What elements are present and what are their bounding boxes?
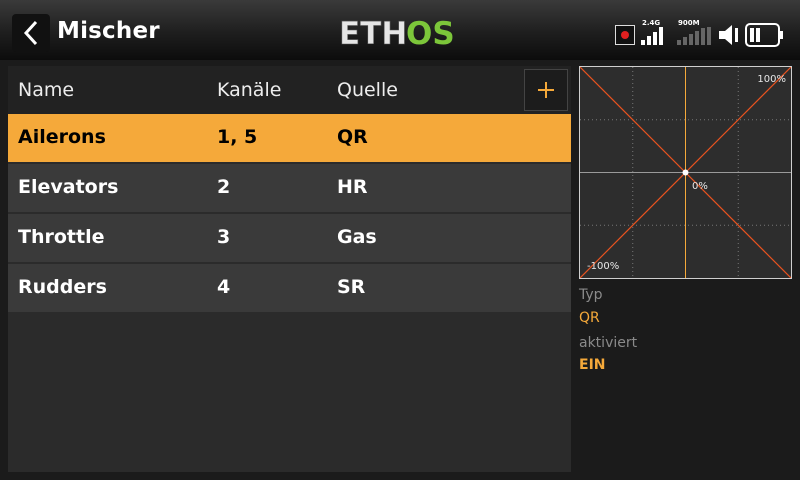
- record-icon[interactable]: [615, 25, 635, 45]
- curve-mid-label: 0%: [692, 181, 708, 192]
- table-header: Name Kanäle Quelle: [8, 66, 571, 114]
- table-row[interactable]: Rudders 4 SR: [8, 264, 571, 312]
- type-label: Typ: [579, 287, 603, 303]
- row-name: Throttle: [18, 226, 105, 248]
- table-row[interactable]: Ailerons 1, 5 QR: [8, 114, 571, 162]
- column-header-name: Name: [18, 79, 75, 101]
- table-row[interactable]: Elevators 2 HR: [8, 164, 571, 212]
- row-source: SR: [337, 276, 366, 298]
- page-title: Mischer: [57, 18, 160, 44]
- row-name: Rudders: [18, 276, 107, 298]
- row-channels: 4: [217, 276, 231, 298]
- signal-24g-label: 2.4G: [642, 19, 661, 27]
- add-mixer-button[interactable]: [524, 69, 568, 111]
- curve-max-label: 100%: [757, 74, 786, 85]
- signal-24g-icon: [641, 27, 665, 45]
- active-label: aktiviert: [579, 335, 638, 351]
- status-area: 2.4G 900M: [600, 0, 800, 60]
- curve-min-label: -100%: [587, 261, 619, 272]
- mixer-curve-preview: 100% 0% -100%: [579, 66, 792, 279]
- speaker-icon[interactable]: [717, 22, 743, 48]
- row-name: Elevators: [18, 176, 119, 198]
- column-header-source: Quelle: [337, 79, 398, 101]
- row-channels: 1, 5: [217, 126, 258, 148]
- row-source: QR: [337, 126, 368, 148]
- row-channels: 2: [217, 176, 231, 198]
- plus-icon: [538, 82, 554, 98]
- top-bar: Mischer ETH OS 2.4G 900M: [0, 0, 800, 60]
- row-name: Ailerons: [18, 126, 106, 148]
- back-button[interactable]: [12, 14, 50, 52]
- signal-900m-icon: [677, 27, 713, 45]
- type-value: QR: [579, 310, 600, 326]
- active-value: EIN: [579, 357, 606, 373]
- chevron-left-icon: [23, 20, 38, 46]
- curve-graph: 100% 0% -100%: [580, 67, 791, 278]
- column-header-channels: Kanäle: [217, 79, 282, 101]
- logo-eth-text: ETH: [339, 16, 407, 50]
- logo-os-text: OS: [406, 16, 455, 50]
- ethos-logo: ETH OS: [339, 16, 455, 50]
- row-channels: 3: [217, 226, 231, 248]
- row-source: Gas: [337, 226, 377, 248]
- table-row[interactable]: Throttle 3 Gas: [8, 214, 571, 262]
- mixer-table: Name Kanäle Quelle Ailerons 1, 5 QR Elev…: [8, 66, 571, 472]
- center-point-marker: [682, 169, 689, 176]
- battery-icon: [745, 23, 783, 47]
- signal-900m-label: 900M: [678, 19, 700, 27]
- row-source: HR: [337, 176, 368, 198]
